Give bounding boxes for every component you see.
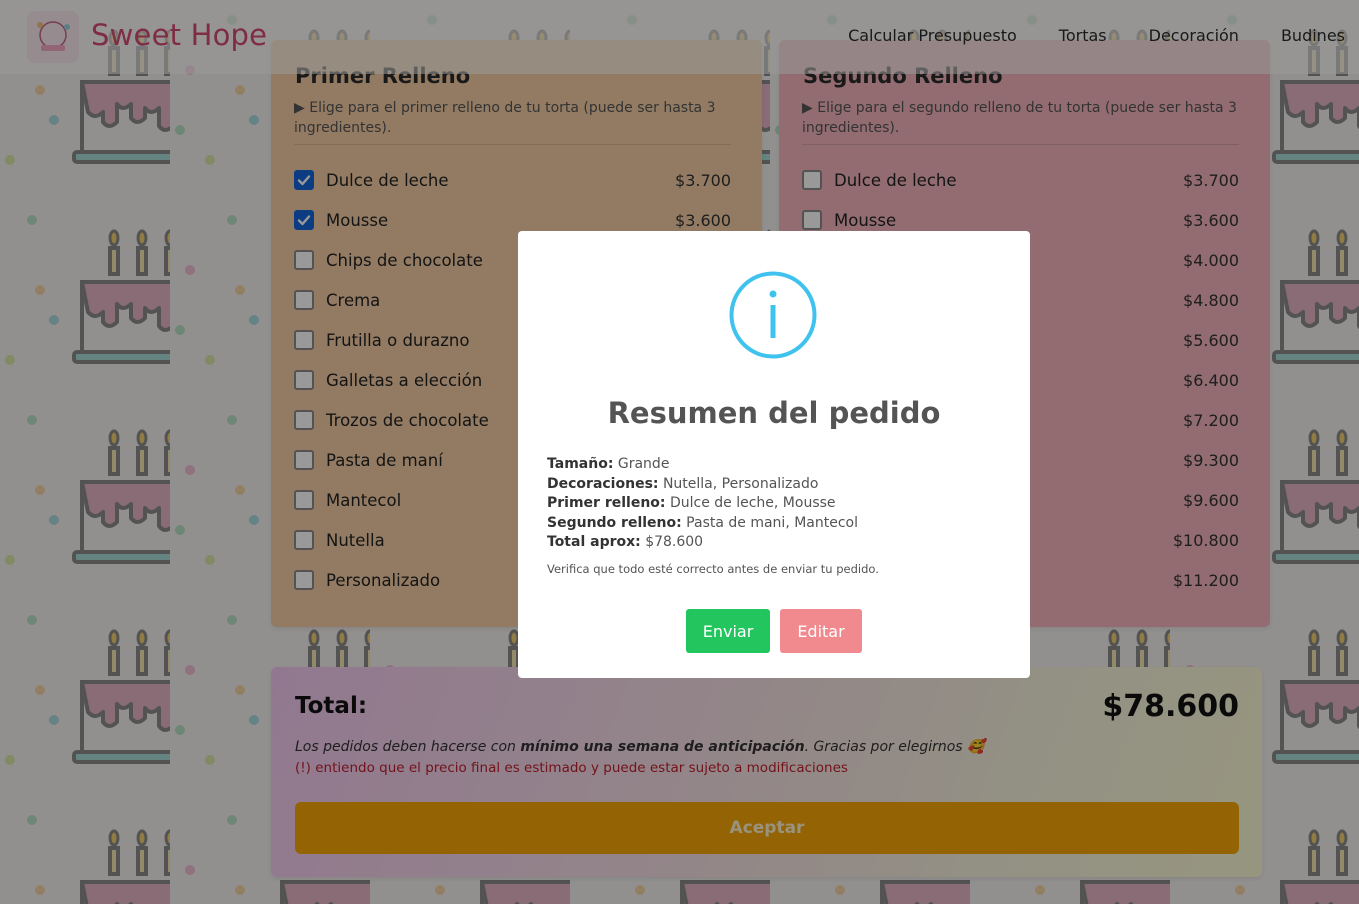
summary-size-key: Tamaño: — [547, 456, 614, 472]
summary-second-filling: Segundo relleno: Pasta de mani, Mantecol — [547, 514, 1007, 534]
summary-total: Total aprox: $78.600 — [547, 533, 1007, 553]
summary-total-key: Total aprox: — [547, 534, 641, 551]
order-summary-modal: Resumen del pedido Tamaño: Grande Decora… — [518, 231, 1030, 678]
summary-decorations: Decoraciones: Nutella, Personalizado — [547, 475, 1007, 495]
summary-second-filling-value: Pasta de mani, Mantecol — [681, 514, 859, 531]
modal-actions: Enviar Editar — [518, 609, 1030, 653]
summary-size-value: Grande — [613, 456, 670, 472]
info-icon — [729, 271, 817, 359]
edit-button[interactable]: Editar — [780, 609, 862, 653]
order-summary: Tamaño: Grande Decoraciones: Nutella, Pe… — [547, 455, 1007, 553]
summary-first-filling-value: Dulce de leche, Mousse — [665, 495, 836, 512]
summary-first-filling: Primer relleno: Dulce de leche, Mousse — [547, 494, 1007, 514]
modal-title: Resumen del pedido — [607, 396, 941, 430]
send-button[interactable]: Enviar — [686, 609, 770, 653]
summary-first-filling-key: Primer relleno: — [547, 495, 666, 512]
summary-decorations-key: Decoraciones: — [547, 475, 659, 492]
summary-total-value: $78.600 — [640, 534, 704, 551]
summary-second-filling-key: Segundo relleno: — [547, 514, 682, 531]
verify-text: Verifica que todo esté correcto antes de… — [547, 562, 879, 576]
summary-decorations-value: Nutella, Personalizado — [658, 475, 819, 492]
summary-size: Tamaño: Grande — [547, 455, 1007, 475]
